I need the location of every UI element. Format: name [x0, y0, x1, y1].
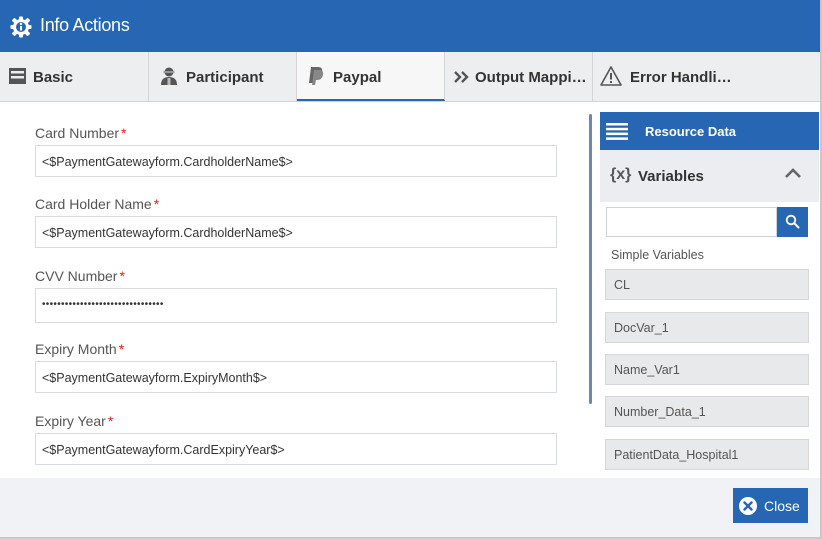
resource-panel: Resource Data {x} Variables Simple Varia…	[600, 112, 819, 478]
card-holder-name-label-text: Card Holder Name	[35, 196, 152, 212]
variable-item[interactable]: Number_Data_1	[605, 396, 809, 427]
card-number-label: Card Number *	[35, 125, 126, 141]
close-circle-icon	[739, 497, 757, 515]
variable-item[interactable]: DocVar_1	[605, 312, 809, 343]
list-icon	[606, 123, 628, 140]
required-mark: *	[121, 125, 127, 141]
warning-icon	[600, 66, 622, 86]
expiry-year-label-text: Expiry Year	[35, 413, 106, 429]
tab-error-handling[interactable]: Error Handli…	[593, 52, 820, 101]
cvv-number-label-text: CVV Number	[35, 268, 118, 284]
chevron-up-icon[interactable]	[783, 166, 803, 180]
card-number-label-text: Card Number	[35, 125, 120, 141]
expiry-month-field[interactable]: <$PaymentGatewayform.ExpiryMonth$>	[35, 361, 557, 393]
expiry-month-label: Expiry Month *	[35, 341, 124, 357]
card-holder-name-field[interactable]: <$PaymentGatewayform.CardholderName$>	[35, 216, 557, 248]
dialog-footer: Close	[0, 478, 820, 537]
resource-data-title: Resource Data	[645, 124, 737, 139]
tab-error-handling-label: Error Handli…	[630, 69, 732, 86]
required-mark: *	[118, 341, 125, 357]
required-mark: *	[107, 413, 114, 429]
expiry-year-field[interactable]: <$PaymentGatewayform.CardExpiryYear$>	[35, 433, 557, 465]
required-mark: *	[153, 196, 160, 212]
dialog-titlebar: Info Actions	[0, 0, 820, 52]
expiry-year-label: Expiry Year *	[35, 413, 113, 429]
variable-icon: {x}	[610, 166, 632, 183]
variable-item[interactable]: Name_Var1	[605, 354, 809, 385]
required-mark: *	[119, 268, 125, 284]
paypal-form: Card Number * <$PaymentGatewayform.Cardho…	[0, 102, 590, 478]
gear-info-icon	[10, 16, 32, 38]
card-number-field[interactable]: <$PaymentGatewayform.CardholderName$>	[35, 145, 557, 177]
form-icon	[9, 68, 26, 84]
tab-basic[interactable]: Basic	[0, 52, 149, 101]
close-button-label: Close	[764, 498, 800, 514]
tab-basic-label: Basic	[33, 69, 74, 86]
expiry-month-label-text: Expiry Month	[35, 341, 117, 357]
search-icon	[785, 214, 800, 229]
close-button[interactable]: Close	[733, 488, 808, 523]
search-button[interactable]	[777, 207, 808, 237]
tab-output-mapping[interactable]: Output Mappi…	[445, 52, 593, 101]
variable-item[interactable]: PatientData_Hospital1	[605, 439, 809, 470]
double-chevron-right-icon	[454, 71, 469, 83]
resource-data-header[interactable]: Resource Data	[600, 112, 819, 150]
tab-bar: Basic Participant Paypal Output Mappi… E…	[0, 52, 820, 102]
variable-search-input[interactable]	[606, 207, 777, 237]
tab-content: Card Number * <$PaymentGatewayform.Cardho…	[0, 102, 820, 478]
user-icon	[161, 67, 177, 85]
dialog-title: Info Actions	[40, 15, 130, 35]
variables-header[interactable]: {x} Variables	[600, 150, 819, 202]
paypal-icon	[309, 67, 324, 85]
tab-paypal[interactable]: Paypal	[297, 52, 445, 101]
variable-item[interactable]: CL	[605, 269, 809, 300]
tab-participant[interactable]: Participant	[149, 52, 297, 101]
cvv-number-field[interactable]: ••••••••••••••••••••••••••••••••	[35, 288, 557, 323]
simple-variables-label: Simple Variables	[611, 248, 704, 262]
info-actions-dialog: Info Actions Basic Participant Paypal Ou…	[0, 0, 822, 539]
tab-participant-label: Participant	[186, 69, 264, 86]
tab-paypal-label: Paypal	[333, 69, 382, 86]
variables-title: Variables	[638, 168, 704, 185]
card-holder-name-label: Card Holder Name *	[35, 196, 159, 212]
cvv-number-label: CVV Number *	[35, 268, 125, 284]
tab-output-mapping-label: Output Mappi…	[475, 69, 587, 86]
form-scrollbar[interactable]	[589, 114, 592, 404]
